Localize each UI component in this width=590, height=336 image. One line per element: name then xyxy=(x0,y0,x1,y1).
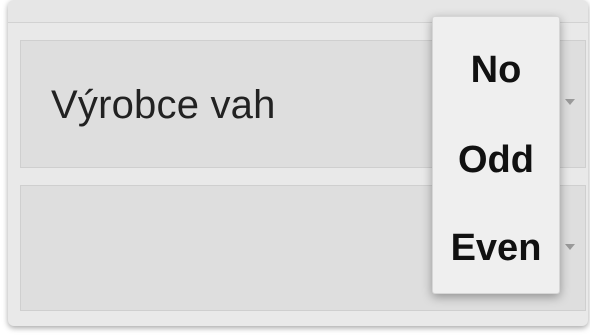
dropdown-option-no[interactable]: No xyxy=(433,49,559,92)
chevron-down-icon xyxy=(565,244,575,250)
manufacturer-select-label: Výrobce vah xyxy=(51,83,276,127)
dropdown-option-odd[interactable]: Odd xyxy=(433,139,559,182)
chevron-down-icon xyxy=(565,99,575,105)
dropdown-option-even[interactable]: Even xyxy=(433,227,559,270)
screen: Výrobce vah No Odd Even xyxy=(0,0,590,336)
dropdown-menu: No Odd Even xyxy=(432,16,560,294)
